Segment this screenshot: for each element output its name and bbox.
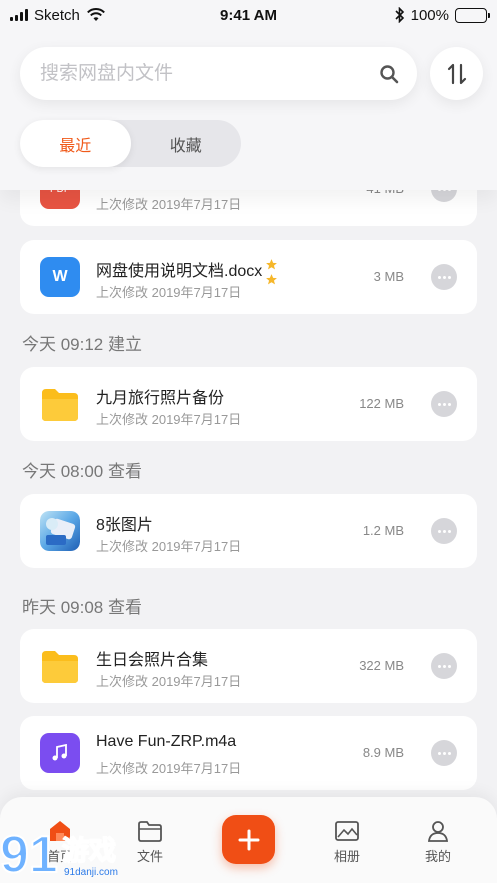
add-button[interactable] <box>222 815 275 864</box>
section-label: 今天 09:12 建立 <box>22 335 142 354</box>
user-icon <box>427 821 449 842</box>
file-modified: 上次修改 2019年7月17日 <box>96 197 242 212</box>
favorite-stars <box>265 258 278 286</box>
status-left: Sketch <box>10 7 106 24</box>
more-button[interactable] <box>431 391 457 417</box>
tab-label: 相册 <box>333 849 360 864</box>
image-thumbnail <box>40 511 80 551</box>
star-icon <box>266 274 277 285</box>
music-icon <box>40 733 80 773</box>
file-name: Have Fun-ZRP.m4a <box>96 733 237 750</box>
tab-label: 我的 <box>424 849 451 864</box>
section-label: 昨天 09:08 查看 <box>22 598 142 617</box>
sort-icon <box>447 63 466 84</box>
file-card-folder[interactable]: 九月旅行照片备份 上次修改 2019年7月17日 122 MB <box>20 367 477 441</box>
file-card-images[interactable]: 8张图片 上次修改 2019年7月17日 1.2 MB <box>20 494 477 568</box>
star-icon <box>266 259 277 270</box>
file-modified: 上次修改 2019年7月17日 <box>96 761 242 776</box>
file-modified: 上次修改 2019年7月17日 <box>96 285 242 300</box>
more-button[interactable] <box>431 264 457 290</box>
image-icon <box>335 821 359 841</box>
watermark-site: 91danji.com <box>64 867 118 878</box>
wifi-icon <box>86 8 105 21</box>
file-size: 3 MB <box>373 269 404 284</box>
status-right: 100% <box>395 6 490 24</box>
search-icon[interactable] <box>379 64 399 84</box>
battery-icon <box>455 7 490 23</box>
section-label: 今天 08:00 查看 <box>22 462 142 481</box>
carrier-name: Sketch <box>34 6 80 24</box>
word-icon: W <box>40 257 80 297</box>
file-card-folder[interactable]: 生日会照片合集 上次修改 2019年7月17日 322 MB <box>20 629 477 703</box>
file-modified: 上次修改 2019年7月17日 <box>96 412 242 427</box>
bluetooth-icon <box>395 7 404 23</box>
status-time: 9:41 AM <box>220 6 277 24</box>
search-bar[interactable] <box>20 47 417 100</box>
file-name: 生日会照片合集 <box>96 652 209 669</box>
more-button[interactable] <box>431 518 457 544</box>
watermark-number: 91 <box>0 826 58 883</box>
segment-control: 最近 收藏 <box>20 120 241 167</box>
status-bar: Sketch 9:41 AM 100% <box>0 0 497 30</box>
more-button[interactable] <box>431 740 457 766</box>
more-button[interactable] <box>431 653 457 679</box>
file-modified: 上次修改 2019年7月17日 <box>96 539 242 554</box>
file-name: 8张图片 <box>96 517 153 534</box>
watermark-text: 游戏 <box>62 836 116 867</box>
folder-icon <box>42 651 78 683</box>
top-area: 最近 收藏 <box>0 30 497 190</box>
file-size: 122 MB <box>359 396 404 411</box>
search-input[interactable] <box>40 62 379 85</box>
sort-button[interactable] <box>430 47 483 100</box>
file-card-audio[interactable]: Have Fun-ZRP.m4a 上次修改 2019年7月17日 8.9 MB <box>20 716 477 790</box>
file-size: 322 MB <box>359 658 404 673</box>
tab-favorites[interactable]: 收藏 <box>131 120 242 167</box>
file-size: 8.9 MB <box>362 745 404 760</box>
signal-icon <box>10 9 28 21</box>
tab-recent[interactable]: 最近 <box>20 120 131 167</box>
battery-percent: 100% <box>410 6 449 24</box>
tab-album[interactable]: 相册 <box>317 819 377 865</box>
file-card-docx[interactable]: W 网盘使用说明文档.docx 上次修改 2019年7月17日 3 MB <box>20 240 477 314</box>
file-modified: 上次修改 2019年7月17日 <box>96 674 242 689</box>
folder-icon <box>42 389 78 421</box>
file-size: 1.2 MB <box>362 523 404 538</box>
file-name: 网盘使用说明文档.docx <box>96 263 263 280</box>
tab-me[interactable]: 我的 <box>408 819 468 865</box>
file-name: 九月旅行照片备份 <box>96 390 225 407</box>
watermark-logo: 91 游戏 91danji.com <box>0 825 118 883</box>
plus-icon <box>238 829 259 850</box>
